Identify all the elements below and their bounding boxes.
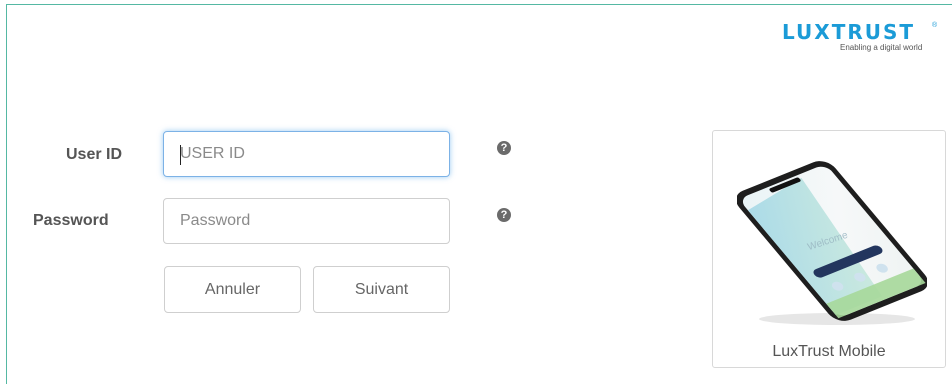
cancel-button[interactable]: Annuler [164,266,301,313]
password-label: Password [33,212,109,229]
luxtrust-mobile-caption: LuxTrust Mobile [772,343,886,360]
luxtrust-logo: LUXTRUST ® Enabling a digital world [782,22,942,56]
luxtrust-mobile-card[interactable]: Welcome LuxTrust Mobile [712,130,946,368]
user-id-label: User ID [66,146,123,163]
user-id-help-icon[interactable]: ? [497,141,511,155]
phone-illustration: Welcome [736,151,928,331]
logo-registered-mark: ® [932,22,938,29]
next-button[interactable]: Suivant [313,266,450,313]
text-caret [180,145,181,165]
logo-wordmark: LUXTRUST [782,20,916,44]
user-id-input[interactable] [163,131,450,177]
logo-tagline: Enabling a digital world [840,43,923,52]
password-input[interactable] [163,198,450,244]
password-help-icon[interactable]: ? [497,208,511,222]
